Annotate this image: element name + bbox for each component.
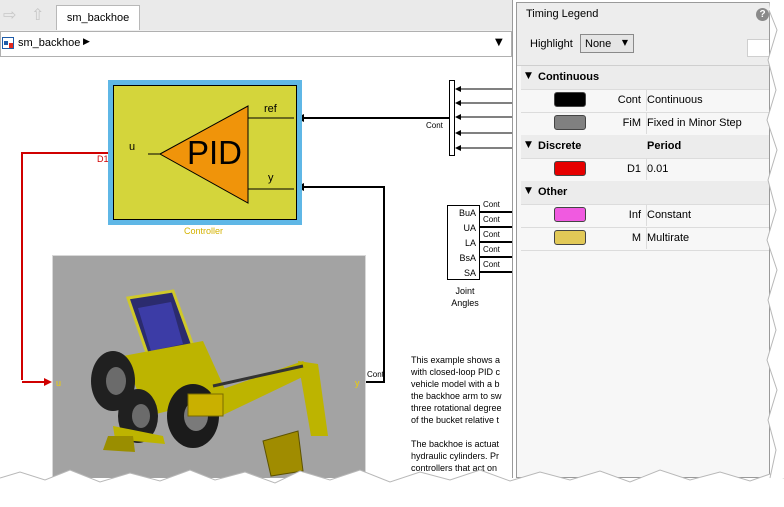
legend-row-d1[interactable]: D1 0.01 (521, 158, 769, 182)
model-window: ⇨ ⇧ sm_backhoe sm_backhoe ▶ ▼ PID u ref … (0, 0, 513, 478)
group-discrete[interactable]: ▼ Discrete Period (521, 135, 769, 159)
group-label: Other (538, 186, 568, 198)
joint-caption-line2: Angles (451, 298, 479, 308)
legend-row-fim[interactable]: FiM Fixed in Minor Step (521, 112, 769, 136)
description-line: the backhoe arm to sw (411, 391, 502, 401)
joint-signal-label: Cont (483, 260, 500, 269)
description-line: hydraulic cylinders. Pr (411, 451, 500, 461)
caret-down-icon[interactable]: ▼ (525, 140, 532, 150)
color-swatch (554, 230, 586, 245)
row-annotation: M (631, 232, 641, 244)
description-para2: The backhoe is actuat hydraulic cylinder… (411, 438, 511, 474)
group-label: Discrete (538, 140, 582, 152)
description-line: The backhoe is actuat (411, 439, 500, 449)
row-annotation: D1 (626, 163, 641, 175)
plant-signal-label: Cont (367, 370, 384, 379)
joint-angles-block[interactable]: BuA UA LA BsA SA (447, 205, 480, 280)
row-annotation: FiM (622, 117, 641, 129)
joint-caption-line1: Joint (455, 286, 475, 296)
joint-signal-label: Cont (483, 200, 500, 209)
plant-port-u: u (56, 378, 62, 388)
row-description: 0.01 (647, 163, 669, 175)
timing-legend-panel: Timing Legend ? Highlight None ▼ ▼ Conti… (516, 2, 770, 478)
signal-label-d1: D1 (97, 154, 109, 164)
controller-block[interactable]: PID u ref y (113, 85, 297, 220)
joint-port-bsa: BsA (459, 253, 476, 263)
backhoe-plant-block[interactable]: u y (52, 255, 366, 478)
description-line: of the bucket relative t (411, 415, 500, 425)
controller-caption: Controller (184, 226, 224, 236)
legend-row-m[interactable]: M Multirate (521, 227, 769, 251)
group-other[interactable]: ▼ Other (521, 181, 769, 205)
group-continuous[interactable]: ▼ Continuous (521, 66, 769, 90)
model-description: This example shows a with closed-loop PI… (411, 354, 511, 478)
color-swatch (554, 115, 586, 130)
controller-port-ref: ref (264, 103, 277, 115)
caret-down-icon[interactable]: ▼ (525, 186, 532, 196)
row-description: Continuous (647, 94, 703, 106)
description-line: with closed-loop PID c (411, 367, 501, 377)
legend-row-cont[interactable]: Cont Continuous (521, 89, 769, 113)
highlight-label: Highlight (530, 38, 573, 50)
chevron-down-icon: ▼ (621, 38, 628, 47)
joint-signal-label: Cont (483, 245, 500, 254)
color-swatch (554, 207, 586, 222)
highlight-value: None (585, 38, 612, 50)
joint-signal-label: Cont (483, 230, 500, 239)
color-swatch (554, 161, 586, 176)
joint-port-ua: UA (463, 223, 476, 233)
joint-signal-label: Cont (483, 215, 500, 224)
mux-signal-label: Cont (426, 121, 443, 130)
period-header: Period (647, 140, 682, 152)
legend-header-edge (747, 39, 769, 57)
mux-arrowheads (455, 86, 461, 151)
joint-port-la: LA (464, 238, 476, 248)
legend-title: Timing Legend (526, 8, 599, 20)
row-annotation: Cont (617, 94, 641, 106)
caret-down-icon[interactable]: ▼ (525, 71, 532, 81)
description-line: vehicle model with a b (411, 379, 500, 389)
color-swatch (554, 92, 586, 107)
help-icon[interactable]: ? (756, 8, 769, 21)
description-line: This example shows a (411, 355, 501, 365)
mux-block[interactable] (449, 80, 455, 156)
description-line: three rotational degree (411, 403, 502, 413)
legend-header: Timing Legend ? Highlight None ▼ (517, 3, 769, 66)
joint-port-bua: BuA (458, 208, 476, 218)
controller-port-y: y (268, 172, 274, 184)
group-label: Continuous (538, 71, 600, 83)
legend-row-inf[interactable]: Inf Constant (521, 204, 769, 228)
row-annotation: Inf (628, 209, 641, 221)
backhoe-image (53, 256, 365, 478)
description-para1: This example shows a with closed-loop PI… (411, 354, 511, 426)
joint-port-sa: SA (463, 268, 476, 278)
description-line: controllers that act on (411, 463, 498, 473)
joint-angles-caption: Joint Angles (440, 285, 490, 309)
row-description: Fixed in Minor Step (647, 117, 742, 129)
pid-label: PID (187, 134, 243, 171)
row-description: Multirate (647, 232, 690, 244)
highlight-dropdown[interactable]: None ▼ (580, 34, 634, 53)
arrowhead-red (44, 378, 52, 386)
controller-port-u: u (129, 141, 136, 153)
plant-port-y: y (355, 378, 360, 388)
row-description: Constant (647, 209, 692, 221)
mux-input-lines (458, 88, 512, 149)
